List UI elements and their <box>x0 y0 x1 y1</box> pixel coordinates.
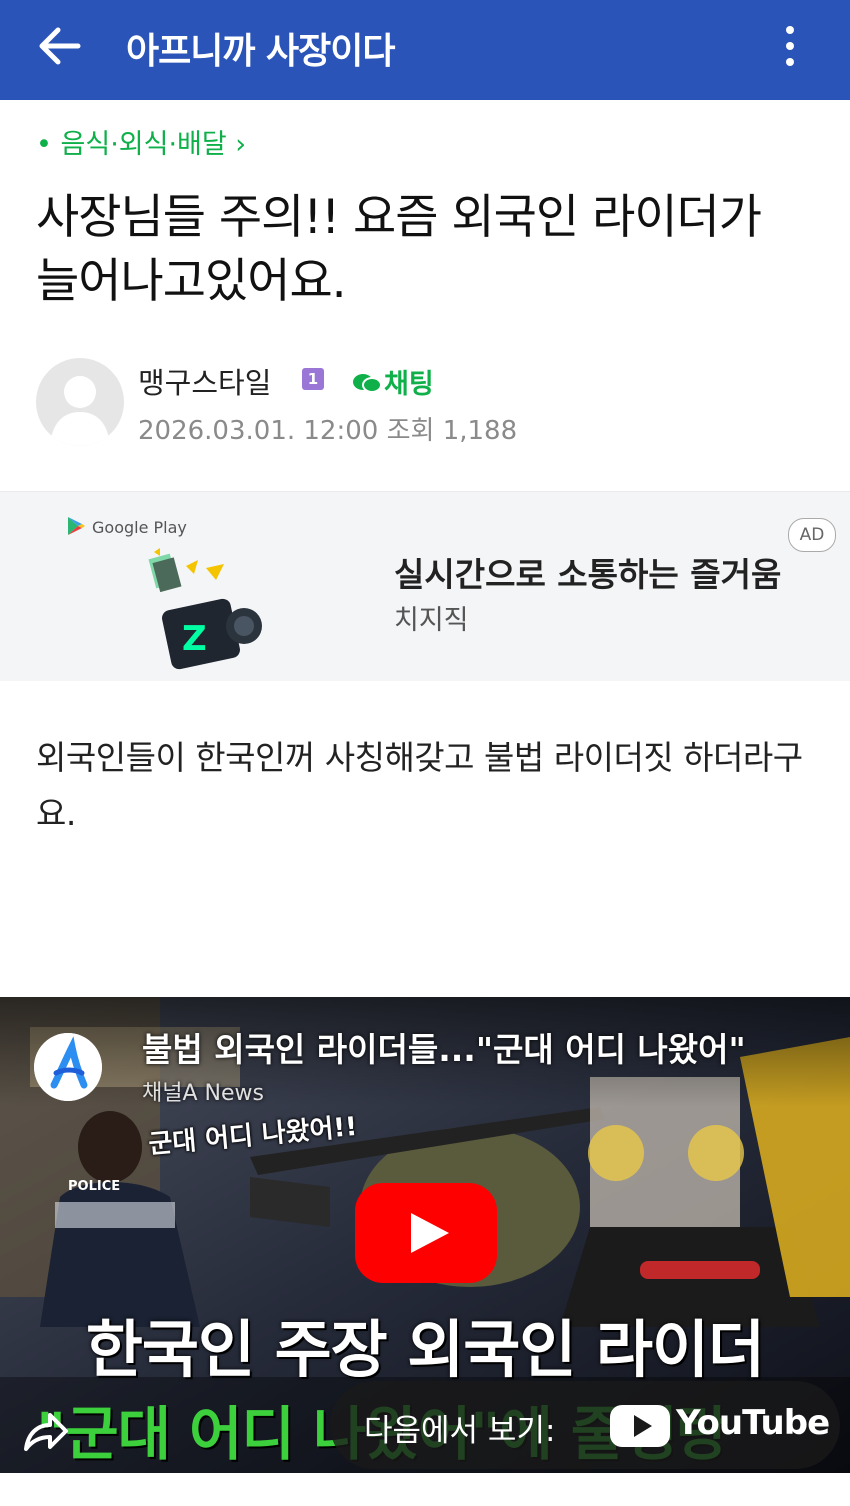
author-name[interactable]: 맹구스타일 <box>138 360 271 402</box>
chat-button[interactable]: 채팅 <box>352 362 434 401</box>
google-play-text: Google Play <box>92 518 187 537</box>
google-play-label: Google Play <box>66 516 187 537</box>
ad-subtitle: 치지직 <box>394 605 469 636</box>
user-silhouette-icon <box>50 376 110 446</box>
police-label: POLICE <box>68 1179 121 1194</box>
google-play-icon <box>68 517 85 535</box>
share-icon[interactable] <box>20 1405 70 1455</box>
channel-a-logo[interactable] <box>34 1033 102 1101</box>
post-title: 사장님들 주의!! 요즘 외국인 라이더가 늘어나고있어요. <box>36 190 762 309</box>
youtube-embed[interactable]: 불법 외국인 라이더들..."군대 어디 나왔어" 채널A News 군대 어디… <box>0 997 850 1473</box>
svg-text:Z: Z <box>182 619 207 659</box>
cafe-title[interactable]: 아프니까 사장이다 <box>126 22 395 74</box>
category-link[interactable]: • 음식·외식·배달 › <box>36 122 246 161</box>
arrow-left-icon[interactable] <box>34 24 84 68</box>
chzzk-camera-icon: Z <box>148 548 262 670</box>
avatar[interactable] <box>36 358 124 446</box>
thumbnail-caption-big: 한국인 주장 외국인 라이더 <box>85 1313 765 1386</box>
video-title[interactable]: 불법 외국인 라이더들..."군대 어디 나왔어" <box>142 1023 746 1071</box>
video-channel[interactable]: 채널A News <box>142 1075 264 1107</box>
youtube-play-button[interactable] <box>355 1183 497 1283</box>
post-meta: 2026.03.01. 12:00 조회 1,188 <box>138 416 518 446</box>
watch-on-label[interactable]: 다음에서 보기: <box>364 1405 555 1450</box>
post-body: 외국인들이 한국인꺼 사칭해갖고 불법 라이더짓 하더라구요. <box>36 738 803 833</box>
ad-title[interactable]: 실시간으로 소통하는 즐거움 <box>394 548 781 596</box>
youtube-wordmark[interactable]: YouTube <box>676 1403 830 1443</box>
ad-badge[interactable]: AD <box>788 518 836 552</box>
kebab-icon[interactable] <box>780 24 800 68</box>
chat-label: 채팅 <box>384 369 434 400</box>
app-header: 아프니까 사장이다 <box>0 0 850 100</box>
chat-bubble-icon <box>353 374 382 393</box>
member-level-badge: 1 <box>302 368 324 390</box>
